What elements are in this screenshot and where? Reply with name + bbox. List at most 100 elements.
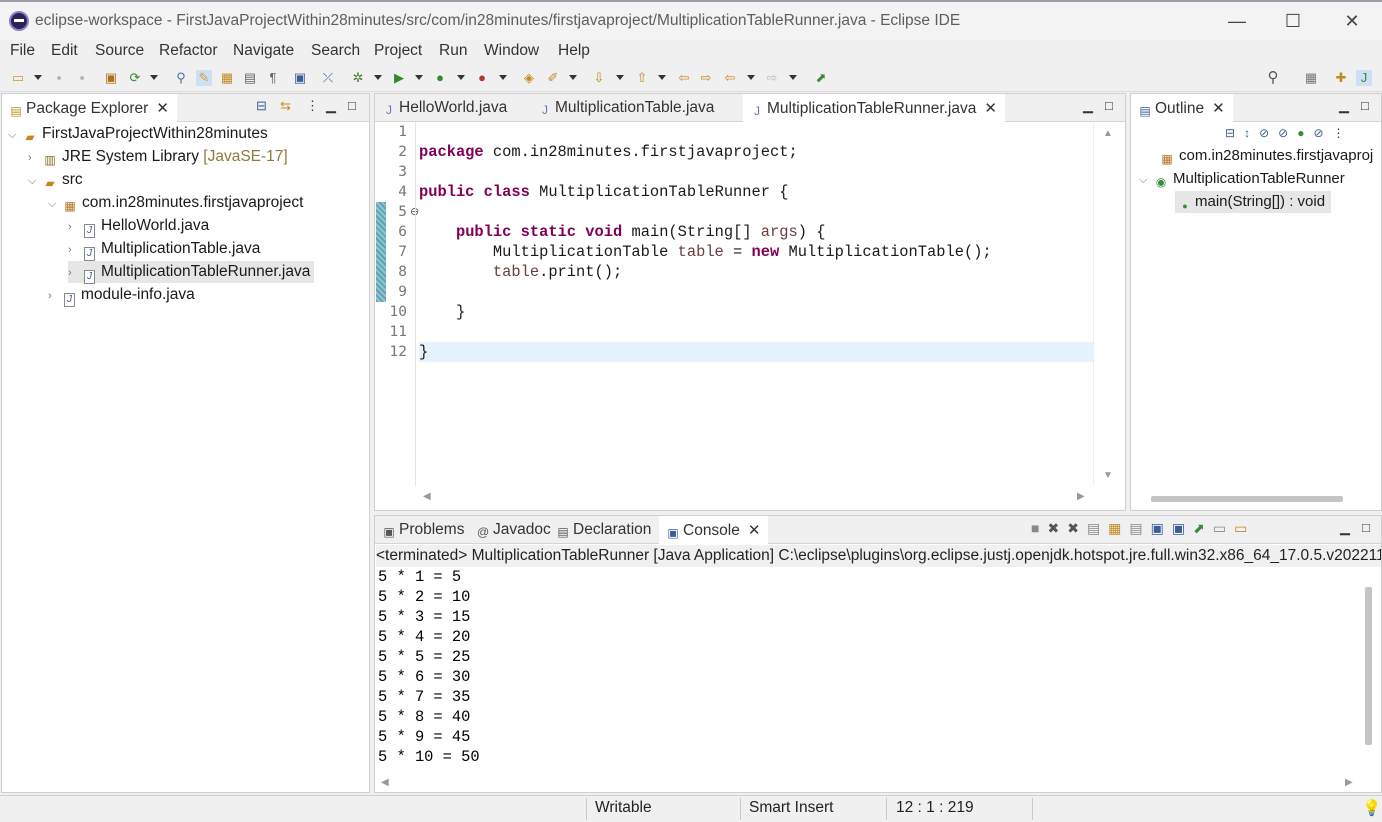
maximize-button[interactable]: ☐ xyxy=(1278,8,1308,34)
scroll-left-icon[interactable]: ◀ xyxy=(381,777,389,788)
refresh-icon[interactable]: ⟳ xyxy=(127,70,143,86)
terminal-icon[interactable]: ▣ xyxy=(292,70,308,86)
close-tab-icon[interactable]: ✕ xyxy=(748,522,761,539)
view-menu-icon[interactable]: ⋮ xyxy=(306,98,319,114)
editor-horizontal-scrollbar[interactable]: ◀ ▶ xyxy=(419,488,1093,508)
tree-item-helloworld[interactable]: › J HelloWorld.java xyxy=(68,215,209,238)
hide-static-icon[interactable]: ⊘ xyxy=(1278,126,1297,140)
back-icon[interactable]: ⇦ xyxy=(722,70,738,86)
collapse-all-icon[interactable]: ⊟ xyxy=(1225,126,1244,140)
save-all-icon[interactable]: ▪ xyxy=(74,70,90,86)
toggle-block-icon[interactable]: ▦ xyxy=(219,70,235,86)
menu-search[interactable]: Search xyxy=(311,42,360,60)
last-edit-icon[interactable]: ⇦ xyxy=(676,70,692,86)
chevron-right-icon[interactable]: › xyxy=(28,147,42,169)
previous-annotation-icon[interactable]: ⇧ xyxy=(634,70,650,86)
tab-multiplicationtable[interactable]: J MultiplicationTable.java xyxy=(531,94,722,122)
tab-helloworld[interactable]: J HelloWorld.java xyxy=(375,94,515,122)
new-dropdown-icon[interactable] xyxy=(34,75,42,80)
scroll-right-icon[interactable]: ▶ xyxy=(1345,777,1353,788)
scroll-up-icon[interactable]: ▲ xyxy=(1103,128,1113,139)
external-tools-icon[interactable]: ● xyxy=(474,70,490,86)
tree-item-multiplicationtablerunner[interactable]: › J MultiplicationTableRunner.java xyxy=(68,261,315,284)
forward-dropdown-icon[interactable] xyxy=(789,75,797,80)
chevron-right-icon[interactable]: › xyxy=(68,216,82,238)
external-tools-dropdown-icon[interactable] xyxy=(499,75,507,80)
save-icon[interactable]: ▪ xyxy=(51,70,67,86)
word-wrap-icon[interactable]: ▤ xyxy=(242,70,258,86)
close-tab-icon[interactable]: ✕ xyxy=(156,100,169,117)
chevron-right-icon[interactable]: › xyxy=(48,285,62,307)
outline-item-package[interactable]: ▦ com.in28minutes.firstjavaproj xyxy=(1159,145,1373,167)
refresh-dropdown-icon[interactable] xyxy=(150,75,158,80)
package-build-icon[interactable]: ▣ xyxy=(103,70,119,86)
menu-edit[interactable]: Edit xyxy=(51,42,78,60)
word-wrap-console-icon[interactable]: ▤ xyxy=(1129,520,1150,536)
tree-item-module-info[interactable]: › Jmodule-info.java xyxy=(48,284,195,307)
new-java-class-icon[interactable]: ◈ xyxy=(521,70,537,86)
menu-run[interactable]: Run xyxy=(439,42,467,60)
chevron-down-icon[interactable]: ⌵ xyxy=(8,124,22,146)
pin-editor-icon[interactable]: ⬈ xyxy=(813,70,829,86)
hide-local-types-icon[interactable]: ⊘ xyxy=(1313,126,1332,140)
outline-item-class[interactable]: ⌵ ◉ MultiplicationTableRunner xyxy=(1139,168,1345,190)
menu-navigate[interactable]: Navigate xyxy=(233,42,294,60)
minimize-button[interactable]: — xyxy=(1222,8,1252,34)
remove-all-icon[interactable]: ✖ xyxy=(1067,520,1087,536)
menu-source[interactable]: Source xyxy=(95,42,144,60)
new-icon[interactable]: ▭ xyxy=(10,70,26,86)
tree-item-multiplicationtable[interactable]: › J MultiplicationTable.java xyxy=(68,238,260,261)
close-window-button[interactable]: ✕ xyxy=(1337,8,1367,34)
maximize-view-icon[interactable]: □ xyxy=(1361,98,1369,113)
tab-declaration[interactable]: ▤ Declaration xyxy=(549,516,659,544)
close-tab-icon[interactable]: ✕ xyxy=(984,100,997,117)
outline-item-method[interactable]: ● main(String[]) : void xyxy=(1175,191,1332,213)
tab-console[interactable]: ▣ Console ✕ xyxy=(659,516,769,544)
chevron-right-icon[interactable]: › xyxy=(68,262,82,284)
menu-refactor[interactable]: Refactor xyxy=(159,42,218,60)
editor-vertical-scrollbar[interactable]: ▲ ▼ xyxy=(1093,122,1125,486)
coverage-icon[interactable]: ● xyxy=(432,70,448,86)
run-dropdown-icon[interactable] xyxy=(415,75,423,80)
search-icon[interactable]: ⚲ xyxy=(1265,70,1281,86)
tree-item-package[interactable]: ⌵ ▦ com.in28minutes.firstjavaproject xyxy=(48,192,303,214)
show-whitespace-icon[interactable]: ¶ xyxy=(265,70,281,86)
search-toolbar-icon[interactable]: ✐ xyxy=(545,70,561,86)
skip-breakpoints-icon[interactable]: ⤫ xyxy=(320,70,336,86)
mark-occurrences-icon[interactable]: ✎ xyxy=(196,70,212,86)
tab-multiplicationtablerunner[interactable]: J MultiplicationTableRunner.java ✕ xyxy=(743,94,1005,122)
open-type-icon[interactable]: ⚲ xyxy=(173,70,189,86)
console-output[interactable]: 5 * 1 = 5 5 * 2 = 10 5 * 3 = 15 5 * 4 = … xyxy=(378,567,1363,775)
menu-file[interactable]: File xyxy=(10,42,35,60)
scroll-lock-icon[interactable]: ▦ xyxy=(1108,520,1129,536)
tip-lightbulb-icon[interactable]: 💡 xyxy=(1362,799,1381,818)
close-tab-icon[interactable]: ✕ xyxy=(1212,100,1225,117)
view-menu-icon[interactable]: ⋮ xyxy=(1333,126,1354,140)
outline-horizontal-scrollbar[interactable] xyxy=(1151,496,1343,502)
collapse-all-icon[interactable]: ⊟ xyxy=(256,98,267,114)
scroll-right-icon[interactable]: ▶ xyxy=(1077,491,1085,502)
terminate-icon[interactable]: ■ xyxy=(1031,520,1047,536)
previous-annotation-dropdown-icon[interactable] xyxy=(658,75,666,80)
forward-edit-icon[interactable]: ⇨ xyxy=(698,70,714,86)
scroll-down-icon[interactable]: ▼ xyxy=(1103,470,1113,481)
scroll-left-icon[interactable]: ◀ xyxy=(423,491,431,502)
maximize-view-icon[interactable]: □ xyxy=(348,98,356,113)
code-area[interactable]: package com.in28minutes.firstjavaproject… xyxy=(419,122,992,382)
clear-console-icon[interactable]: ▤ xyxy=(1087,520,1108,536)
chevron-down-icon[interactable]: ⌵ xyxy=(28,170,42,192)
tree-item-project[interactable]: ⌵ ▰ FirstJavaProjectWithin28minutes xyxy=(8,123,268,145)
hide-fields-icon[interactable]: ⊘ xyxy=(1259,126,1278,140)
chevron-down-icon[interactable]: ⌵ xyxy=(1139,169,1153,191)
forward-icon[interactable]: ⇨ xyxy=(764,70,780,86)
debug-icon[interactable]: ✲ xyxy=(350,70,366,86)
back-dropdown-icon[interactable] xyxy=(747,75,755,80)
link-with-editor-icon[interactable]: ⇆ xyxy=(280,98,291,114)
menu-help[interactable]: Help xyxy=(558,42,590,60)
tab-javadoc[interactable]: @ Javadoc xyxy=(469,516,559,544)
remove-launch-icon[interactable]: ✖ xyxy=(1047,520,1067,536)
debug-dropdown-icon[interactable] xyxy=(374,75,382,80)
minimize-view-icon[interactable]: ▁ xyxy=(1083,98,1093,114)
next-annotation-dropdown-icon[interactable] xyxy=(616,75,624,80)
coverage-dropdown-icon[interactable] xyxy=(457,75,465,80)
